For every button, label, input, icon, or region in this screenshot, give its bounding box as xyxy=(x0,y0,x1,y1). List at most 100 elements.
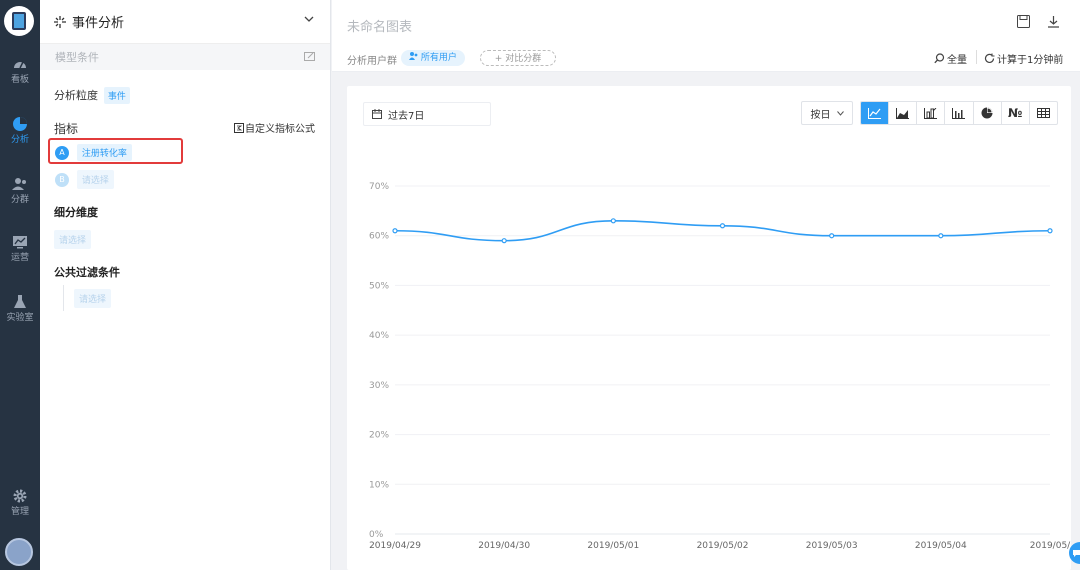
segment-value: 所有用户 xyxy=(420,53,457,63)
chart-name[interactable]: 未命名图表 xyxy=(347,16,412,35)
search-icon xyxy=(934,53,945,64)
segment-selected[interactable]: 所有用户 xyxy=(401,50,465,66)
pie-chart-icon xyxy=(981,107,993,119)
x-tick-label: 2019/05/02 xyxy=(697,541,749,551)
rail-label: 运营 xyxy=(10,253,29,263)
panel-title: 事件分析 xyxy=(72,16,125,31)
chart-type-area[interactable] xyxy=(888,102,916,124)
metrics-label: 指标 xyxy=(54,122,79,136)
users-icon xyxy=(12,178,26,190)
filter-divider xyxy=(63,285,64,311)
data-point xyxy=(829,233,835,239)
model-condition-label: 模型条件 xyxy=(55,51,99,64)
monitor-chart-icon xyxy=(13,236,27,249)
chart-type-number[interactable]: № xyxy=(1000,102,1029,124)
date-range-value: 过去7日 xyxy=(388,110,425,122)
granularity-tag[interactable]: 事件 xyxy=(103,87,130,104)
rail-item-lab[interactable]: 实验室 xyxy=(0,292,40,332)
app-logo[interactable] xyxy=(4,6,34,36)
fullscreen-label: 全量 xyxy=(947,55,967,66)
granularity-dropdown-value: 按日 xyxy=(810,109,831,121)
rail-label: 看板 xyxy=(10,75,29,85)
compare-segment-button[interactable]: + 对比分群 xyxy=(480,50,556,66)
data-point xyxy=(392,228,398,234)
y-tick-label: 10% xyxy=(369,480,389,490)
save-icon[interactable] xyxy=(1017,15,1030,28)
rail-item-operations[interactable]: 运营 xyxy=(0,232,40,272)
table-icon xyxy=(1036,108,1050,118)
data-point xyxy=(1047,228,1053,234)
x-tick-label: 2019/04/30 xyxy=(478,541,530,551)
chart-type-table[interactable] xyxy=(1028,102,1057,124)
data-point xyxy=(938,233,944,239)
model-condition-row[interactable]: 模型条件 xyxy=(40,44,330,70)
calendar-icon xyxy=(372,109,382,119)
y-tick-label: 50% xyxy=(369,281,389,291)
chevron-down-icon[interactable] xyxy=(304,14,314,24)
data-point xyxy=(501,238,507,244)
filter-select[interactable]: 请选择 xyxy=(74,289,112,308)
area-chart-icon xyxy=(896,107,910,119)
chart-type-bar[interactable] xyxy=(944,102,972,124)
series-line xyxy=(394,219,1051,242)
custom-formula-label: 自定义指标公式 xyxy=(245,124,315,135)
metric-b-badge: B xyxy=(55,172,69,187)
breakdown-select[interactable]: 请选择 xyxy=(54,230,92,249)
left-rail: 看板 分析 分群 运营 实验室 管理 xyxy=(0,0,40,570)
granularity-row: 分析粒度 事件 xyxy=(54,87,130,104)
rail-item-dashboard[interactable]: 看板 xyxy=(0,54,40,94)
gear-icon xyxy=(13,489,27,503)
bar-chart-icon xyxy=(952,107,966,119)
flask-icon xyxy=(14,295,26,308)
panel-header: 事件分析 xyxy=(40,0,330,44)
x-tick-label: 2019/05/04 xyxy=(915,541,967,551)
chart-type-pie[interactable] xyxy=(972,102,1001,124)
metric-a-row[interactable]: A 注册转化率 xyxy=(55,144,132,161)
computed-time: 计算于1分钟前 xyxy=(997,55,1064,66)
number-icon: № xyxy=(1008,106,1023,120)
x-tick-label: 2019/05/01 xyxy=(587,541,639,551)
y-tick-label: 70% xyxy=(369,182,389,192)
rail-item-segments[interactable]: 分群 xyxy=(0,174,40,214)
rail-item-analysis[interactable]: 分析 xyxy=(0,114,40,154)
stacked-bar-icon xyxy=(924,107,938,119)
metric-b-select[interactable]: 请选择 xyxy=(76,170,114,189)
line-chart: 0% 10% 20% 30% 40% 50% 60% 70% 2019/04/29 2019/04… xyxy=(369,182,1071,551)
refresh-status[interactable]: 计算于1分钟前 xyxy=(984,51,1063,66)
refresh-icon xyxy=(984,53,995,63)
breakdown-label: 细分维度 xyxy=(54,206,98,219)
divider xyxy=(976,50,977,64)
chart-card: 过去7日 按日 № 0% 10% 20% 30% 40% 50% 60% 70% 2019/04… xyxy=(347,86,1071,570)
breakdown-select-wrap: 请选择 xyxy=(54,230,92,249)
chart-type-line[interactable] xyxy=(861,102,889,124)
users-icon xyxy=(409,52,418,60)
data-point xyxy=(719,223,726,229)
edit-icon[interactable] xyxy=(304,51,316,62)
granularity-dropdown[interactable]: 按日 xyxy=(801,101,853,125)
chevron-down-icon xyxy=(836,110,844,116)
sparkle-icon xyxy=(54,15,66,28)
metric-a-tag[interactable]: 注册转化率 xyxy=(76,144,132,161)
data-point xyxy=(610,218,616,224)
download-icon[interactable] xyxy=(1047,15,1060,28)
chart-header: 未命名图表 xyxy=(332,0,1080,44)
y-tick-label: 20% xyxy=(369,431,389,441)
rail-label: 分群 xyxy=(10,195,29,205)
segment-label: 分析用户群 xyxy=(347,56,397,67)
fullscreen-button[interactable]: 全量 xyxy=(934,51,967,66)
custom-formula-link[interactable]: 自定义指标公式 xyxy=(234,120,315,135)
y-tick-label: 40% xyxy=(369,331,389,341)
rail-item-admin[interactable]: 管理 xyxy=(0,486,40,526)
date-range-picker[interactable]: 过去7日 xyxy=(363,102,491,126)
y-tick-label: 0% xyxy=(369,530,384,540)
x-tick-label: 2019/05/03 xyxy=(806,541,858,551)
chart-type-stacked[interactable] xyxy=(916,102,944,124)
filter-label: 公共过滤条件 xyxy=(54,266,120,279)
user-avatar[interactable] xyxy=(5,538,33,566)
analysis-config-panel: 事件分析 模型条件 分析粒度 事件 指标 自定义指标公式 A 注册转化率 B 请… xyxy=(40,0,331,570)
metric-b-row[interactable]: B 请选择 xyxy=(55,170,114,189)
granularity-label: 分析粒度 xyxy=(54,89,98,102)
y-tick-label: 30% xyxy=(369,381,389,391)
logo-icon xyxy=(12,12,26,30)
chart-type-switcher: № xyxy=(860,101,1058,125)
